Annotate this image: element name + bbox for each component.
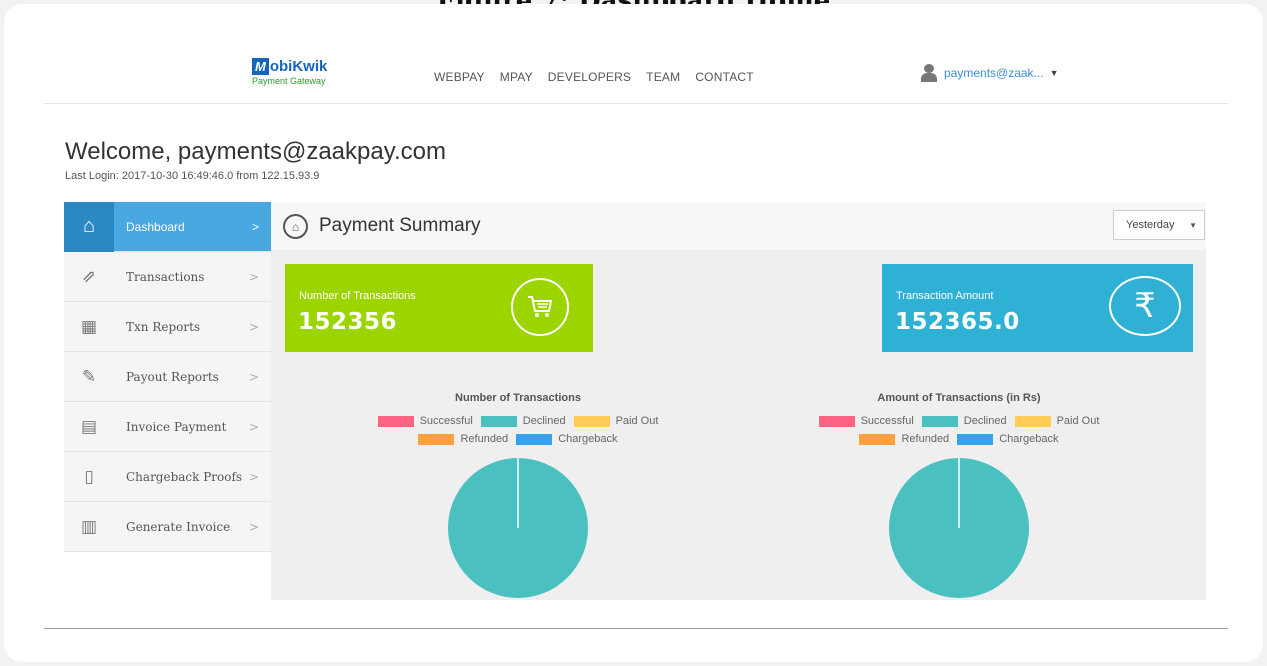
sidebar: ⌂ Dashboard > ⇗ Transactions > ▦ Txn Rep… <box>64 201 271 552</box>
welcome-heading: Welcome, payments@zaakpay.com <box>65 138 446 165</box>
last-login: Last Login: 2017-10-30 16:49:46.0 from 1… <box>65 170 320 182</box>
chevron-right-icon: > <box>248 269 259 284</box>
nav-mpay[interactable]: MPAY <box>500 70 533 84</box>
user-email: payments@zaak... <box>944 66 1044 80</box>
sidebar-item-invoice-payment[interactable]: ▤ Invoice Payment > <box>64 402 271 452</box>
sidebar-item-dashboard[interactable]: ⌂ Dashboard > <box>64 201 271 252</box>
edit-icon: ✎ <box>81 366 97 387</box>
card-value: 152365.0 <box>895 309 1020 335</box>
user-icon <box>920 64 938 82</box>
main-nav: WEBPAY MPAY DEVELOPERS TEAM CONTACT <box>434 70 754 84</box>
logo-subtitle: Payment Gateway <box>252 76 326 86</box>
card-number-of-transactions: Number of Transactions 152356 <box>285 264 593 352</box>
period-select[interactable]: Yesterday ▼ <box>1113 210 1205 240</box>
sidebar-item-transactions[interactable]: ⇗ Transactions > <box>64 252 271 302</box>
top-navbar: MobiKwik Payment Gateway WEBPAY MPAY DEV… <box>44 4 1228 104</box>
chevron-right-icon: > <box>248 369 259 384</box>
caret-down-icon: ▼ <box>1049 68 1059 78</box>
share-icon: ⇗ <box>81 266 97 287</box>
sidebar-item-chargeback-proofs[interactable]: ▯ Chargeback Proofs > <box>64 452 271 502</box>
pie-svg <box>889 458 1029 598</box>
pie-chart-amount-of-transactions: Amount of Transactions (in Rs) Successfu… <box>739 382 1179 600</box>
card-title: Transaction Amount <box>896 290 994 302</box>
sidebar-item-payout-reports[interactable]: ✎ Payout Reports > <box>64 352 271 402</box>
card-transaction-amount: Transaction Amount 152365.0 ₹ <box>882 264 1193 352</box>
nav-team[interactable]: TEAM <box>646 70 680 84</box>
nav-webpay[interactable]: WEBPAY <box>434 70 485 84</box>
chevron-right-icon: > <box>248 319 259 334</box>
chevron-right-icon: > <box>248 469 259 484</box>
rupee-icon: ₹ <box>1109 276 1181 336</box>
pie-svg <box>448 458 588 598</box>
home-icon: ⌂ <box>64 201 114 252</box>
pie-chart-number-of-transactions: Number of Transactions Successful Decline… <box>298 382 738 600</box>
document-icon: ▯ <box>84 466 94 487</box>
mobikwik-logo[interactable]: MobiKwik Payment Gateway <box>252 58 327 86</box>
building-icon: ▦ <box>80 316 98 337</box>
card-value: 152356 <box>298 309 398 335</box>
panel-header: ⌂ Payment Summary Yesterday ▼ <box>271 202 1206 250</box>
browser-frame: MobiKwik Payment Gateway WEBPAY MPAY DEV… <box>4 4 1263 662</box>
page-title: Payment Summary <box>319 215 481 236</box>
user-menu[interactable]: payments@zaak... ▼ <box>920 64 1058 82</box>
nav-contact[interactable]: CONTACT <box>695 70 754 84</box>
nav-developers[interactable]: DEVELOPERS <box>548 70 631 84</box>
period-value: Yesterday <box>1126 219 1175 231</box>
sidebar-item-generate-invoice[interactable]: ▥ Generate Invoice > <box>64 502 271 552</box>
chevron-right-icon: > <box>248 419 259 434</box>
chevron-right-icon: > <box>248 519 259 534</box>
cart-icon <box>511 278 569 336</box>
calendar-icon: ▤ <box>80 416 98 437</box>
card-title: Number of Transactions <box>299 290 416 302</box>
main-panel: ⌂ Payment Summary Yesterday ▼ Number of … <box>271 202 1206 600</box>
invoice-icon: ▥ <box>80 516 98 537</box>
sidebar-item-txn-reports[interactable]: ▦ Txn Reports > <box>64 302 271 352</box>
home-circle-icon: ⌂ <box>283 214 308 239</box>
dropdown-arrow-icon: ▼ <box>1189 220 1197 230</box>
footer-divider <box>44 628 1228 629</box>
chevron-right-icon: > <box>251 219 259 234</box>
